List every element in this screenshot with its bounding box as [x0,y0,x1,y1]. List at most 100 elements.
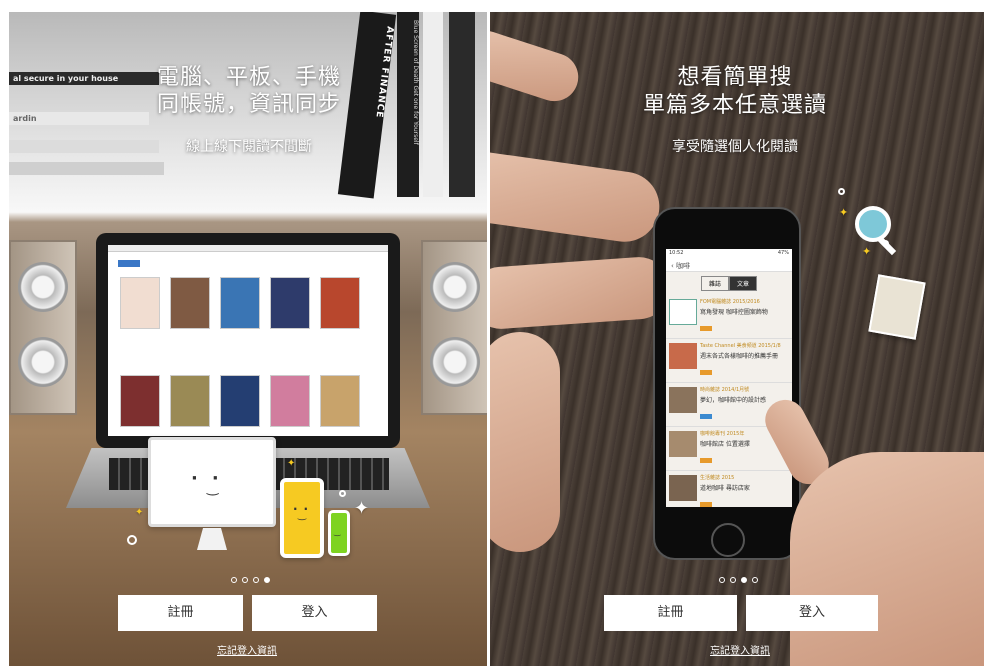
phone-nav-title: 咖啡 [676,262,691,270]
article-tag [700,370,712,375]
circle-icon [882,240,889,247]
article-thumbnail [669,299,697,325]
book-spine: Blue Screen of Death Get one for Yoursel… [397,12,419,197]
article-source: 時尚雜誌 2014/1月號 [700,387,750,393]
phone-nav-bar: ‹ 咖啡 [666,258,792,272]
headline-line-2: 同帳號，資訊同步 [156,92,341,117]
smile-icon: ‿ [298,510,307,521]
article-row: Taste Channel 美食頻道 2015/1/8 週末各式各樣咖啡的推薦手冊 [666,339,792,383]
onboarding-stage: al secure in your house ardin AFTER FINA… [0,0,984,666]
register-button[interactable]: 註冊 [604,595,737,631]
status-battery: 47% [777,250,789,256]
segment-magazine: 雜誌 [700,276,729,291]
laptop-screen-tabbar [108,245,388,252]
hand-illustration [490,255,672,331]
monitor-icon: ·· ‿ [148,437,276,527]
circle-icon [838,188,845,195]
magazine-cover [170,277,210,329]
sparkle-icon: ✦ [354,498,370,519]
pagination-dot[interactable] [719,577,725,583]
article-source: FOM電腦雜誌 2015/2016 [700,299,760,305]
forgot-login-link[interactable]: 忘記登入資訊 [197,642,297,657]
book-spine [423,12,443,197]
onboarding-slide-sync: al secure in your house ardin AFTER FINA… [9,12,487,666]
headline-line-1: 電腦、平板、手機 [156,65,341,90]
article-source: 生活雜誌 2015 [700,475,735,481]
status-time: 10:52 [669,250,684,256]
headline-line-1: 想看簡單搜 [677,65,793,90]
article-tag [700,414,712,419]
article-thumbnail [669,475,697,501]
magazine-cover [120,375,160,427]
article-thumbnail [669,343,697,369]
article-thumbnail [669,431,697,457]
smile-icon: ‿ [334,527,341,536]
magazine-cover [320,277,360,329]
article-tag [700,502,712,507]
speaker-left [9,240,77,415]
pagination-dot[interactable] [752,577,758,583]
phone-screen: 10:52 47% ‹ 咖啡 雜誌 文章 FOM電腦雜誌 2015/2016 寫角… [666,249,792,507]
circle-icon [127,535,137,545]
article-title: 寫角發現 咖啡控圖案飾物 [700,309,768,316]
magazine-cover [220,277,260,329]
login-button[interactable]: 登入 [746,595,878,631]
sparkle-icon: ✦ [287,458,296,469]
pagination-dot[interactable] [231,577,237,583]
book-spine: ardin [9,112,149,125]
magazine-cover [220,375,260,427]
headline-subline: 享受隨選個人化閱讀 [672,139,798,155]
article-row: FOM電腦雜誌 2015/2016 寫角發現 咖啡控圖案飾物 [666,295,792,339]
article-title: 週末各式各樣咖啡的推薦手冊 [700,353,779,360]
phone-segment-control: 雜誌 文章 [666,276,792,291]
speaker-right [421,240,487,415]
article-source: Taste Channel 美食頻道 2015/1/8 [700,343,781,349]
article-tag [700,326,712,331]
phone-home-button [711,523,745,557]
sparkle-icon: ✦ [135,507,144,518]
article-tag [700,458,712,463]
pagination-dots[interactable] [231,577,270,583]
magazine-cover [120,277,160,329]
onboarding-slide-search: 想看簡單搜 單篇多本任意選讀 享受隨選個人化閱讀 10:52 47% ‹ 咖啡 … [490,12,984,666]
article-thumbnail [669,387,697,413]
phone-icon: ‿ [328,510,350,556]
hand-illustration [790,452,984,666]
headline-line-2: 單篇多本任意選讀 [642,93,827,118]
pagination-dot-active[interactable] [264,577,270,583]
smile-icon: ‿ [207,480,219,496]
hand-illustration [490,24,585,108]
magazine-cover [270,277,310,329]
laptop-screen-badge [118,260,140,267]
hand-illustration [490,332,560,552]
phone-status-bar: 10:52 47% [666,249,792,258]
laptop-illustration [96,233,400,448]
article-row: 生活雜誌 2015 道地咖啡 尋訪店家 [666,471,792,507]
book-spine [9,162,164,175]
pagination-dot[interactable] [242,577,248,583]
tablet-icon: ·· ‿ [280,478,324,558]
hand-illustration [490,147,664,247]
laptop-screen [108,245,388,436]
segment-article: 文章 [729,276,758,291]
forgot-login-link[interactable]: 忘記登入資訊 [690,642,790,657]
monitor-stand-icon [197,528,227,550]
register-button[interactable]: 註冊 [118,595,243,631]
document-icon [868,274,926,340]
book-spine [449,12,475,197]
sparkle-icon: ✦ [839,206,849,219]
pagination-dot[interactable] [730,577,736,583]
pagination-dot[interactable] [253,577,259,583]
article-title: 道地咖啡 尋訪店家 [700,485,750,492]
login-button[interactable]: 登入 [252,595,377,631]
magazine-cover [270,375,310,427]
headline-subline: 線上線下閱讀不間斷 [186,139,312,155]
pagination-dots[interactable] [719,577,758,583]
book-spine [9,140,159,153]
book-spine: al secure in your house [9,72,159,85]
smartphone-illustration: 10:52 47% ‹ 咖啡 雜誌 文章 FOM電腦雜誌 2015/2016 寫角… [653,207,801,560]
pagination-dot-active[interactable] [741,577,747,583]
chevron-left-icon: ‹ [671,262,674,270]
magazine-cover [320,375,360,427]
sparkle-icon: ✦ [862,245,872,258]
